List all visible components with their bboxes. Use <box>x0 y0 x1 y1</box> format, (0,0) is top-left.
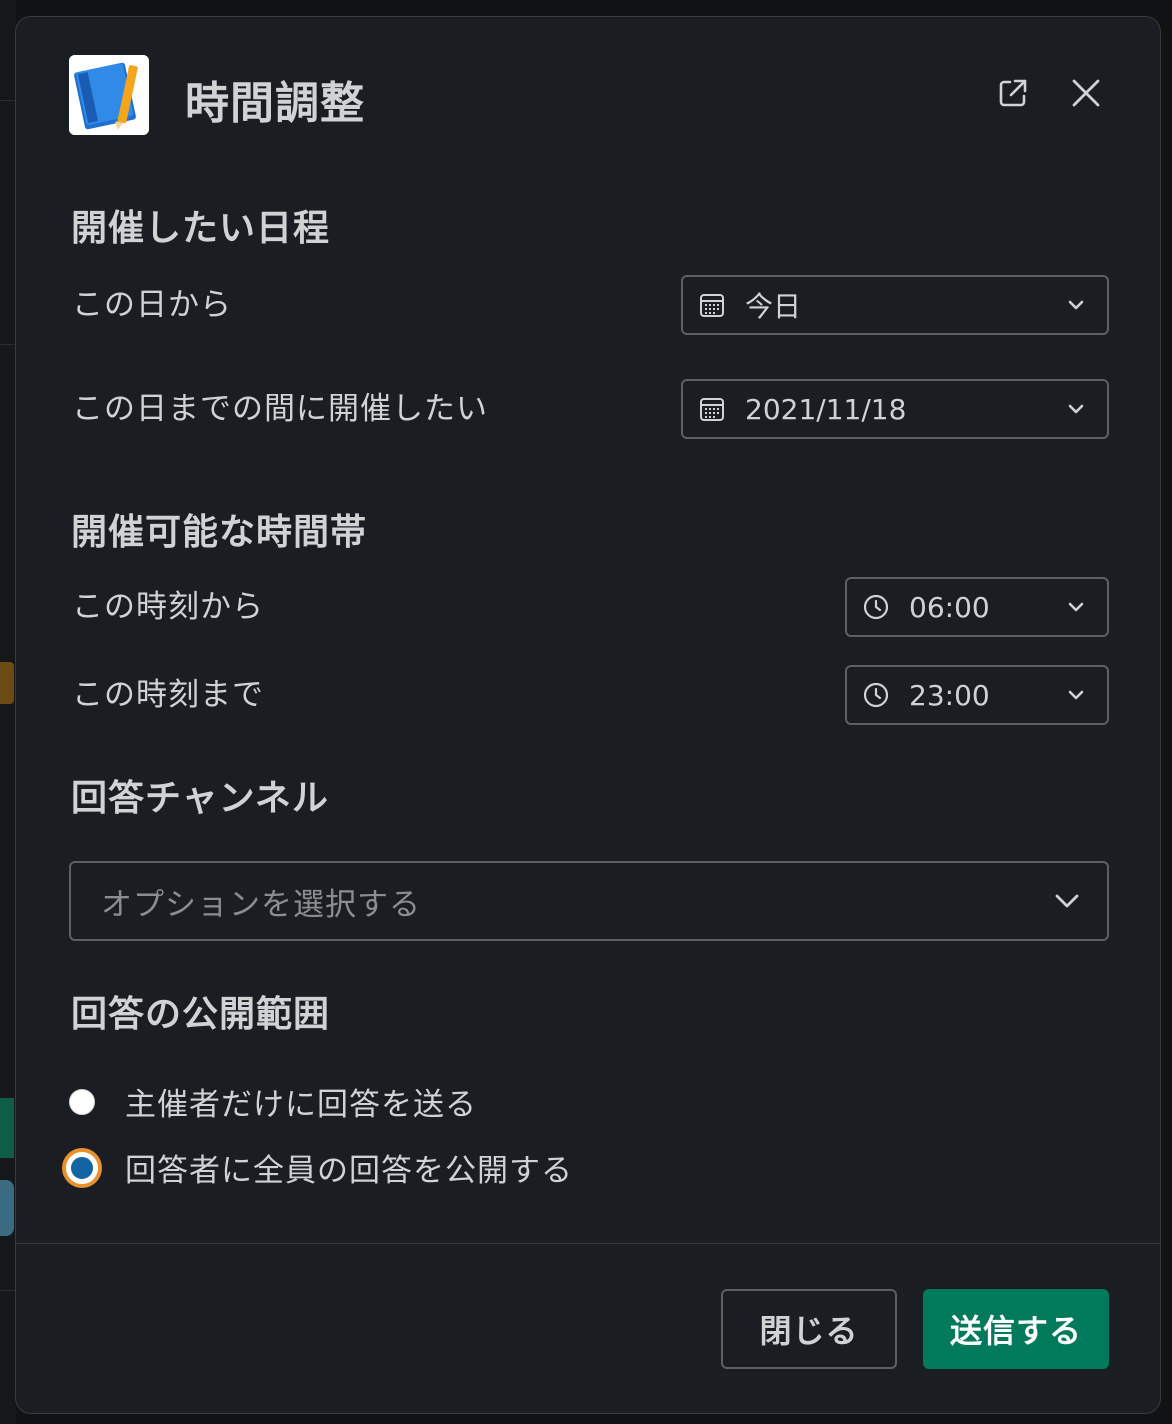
chevron-down-icon <box>1065 398 1087 420</box>
chevron-down-icon <box>1065 596 1087 618</box>
radio-label: 回答者に全員の回答を公開する <box>125 1153 573 1189</box>
radio-button-selected[interactable] <box>66 1151 98 1184</box>
submit-button[interactable]: 送信する <box>923 1289 1109 1369</box>
start-time-picker[interactable]: 06:00 <box>845 577 1109 637</box>
background-highlight <box>0 662 14 704</box>
end-date-picker[interactable]: 2021/11/18 <box>681 379 1109 439</box>
chevron-down-icon <box>1053 887 1081 915</box>
radio-button[interactable] <box>69 1088 95 1115</box>
background-divider <box>0 344 16 345</box>
end-time-label: この時刻まで <box>72 677 264 713</box>
end-date-value: 2021/11/18 <box>745 392 907 426</box>
close-icon <box>1071 78 1101 112</box>
timeslot-heading: 開催可能な時間帯 <box>71 512 368 553</box>
calendar-icon <box>699 396 725 422</box>
start-date-picker[interactable]: 今日 <box>681 275 1109 335</box>
clock-icon <box>863 682 889 708</box>
clock-icon <box>863 594 889 620</box>
visibility-heading: 回答の公開範囲 <box>71 994 331 1035</box>
channel-heading: 回答チャンネル <box>71 778 329 819</box>
schedule-heading: 開催したい日程 <box>71 208 331 249</box>
open-in-window-button[interactable] <box>993 75 1033 115</box>
channel-select[interactable]: オプションを選択する <box>69 861 1109 941</box>
chevron-down-icon <box>1065 684 1087 706</box>
modal-dialog: 時間調整 開催したい日程 この日から 今日 この日までの間に開催したい 2021… <box>15 16 1161 1414</box>
modal-header: 時間調整 <box>16 17 1160 177</box>
notebook-icon <box>69 55 149 135</box>
background-divider <box>0 100 16 101</box>
chevron-down-icon <box>1065 294 1087 316</box>
end-time-value: 23:00 <box>909 678 990 712</box>
modal-title: 時間調整 <box>185 78 365 129</box>
external-link-icon <box>996 76 1030 114</box>
background-divider <box>0 1290 16 1291</box>
end-time-picker[interactable]: 23:00 <box>845 665 1109 725</box>
start-time-value: 06:00 <box>909 590 990 624</box>
start-date-value: 今日 <box>745 290 802 323</box>
end-date-label: この日までの間に開催したい <box>72 391 488 427</box>
calendar-icon <box>699 292 725 318</box>
footer-divider <box>16 1243 1160 1244</box>
close-button[interactable] <box>1066 75 1106 115</box>
background-button <box>0 1098 14 1158</box>
visibility-option-organizer-only[interactable]: 主催者だけに回答を送る <box>69 1079 477 1124</box>
visibility-option-public-to-respondents[interactable]: 回答者に全員の回答を公開する <box>66 1145 573 1190</box>
background-avatar <box>0 1180 14 1236</box>
start-date-label: この日から <box>72 287 232 323</box>
cancel-button[interactable]: 閉じる <box>721 1289 897 1369</box>
radio-label: 主催者だけに回答を送る <box>125 1087 477 1123</box>
channel-select-placeholder: オプションを選択する <box>101 886 421 923</box>
start-time-label: この時刻から <box>72 589 264 625</box>
background-app-edge <box>0 0 16 1424</box>
